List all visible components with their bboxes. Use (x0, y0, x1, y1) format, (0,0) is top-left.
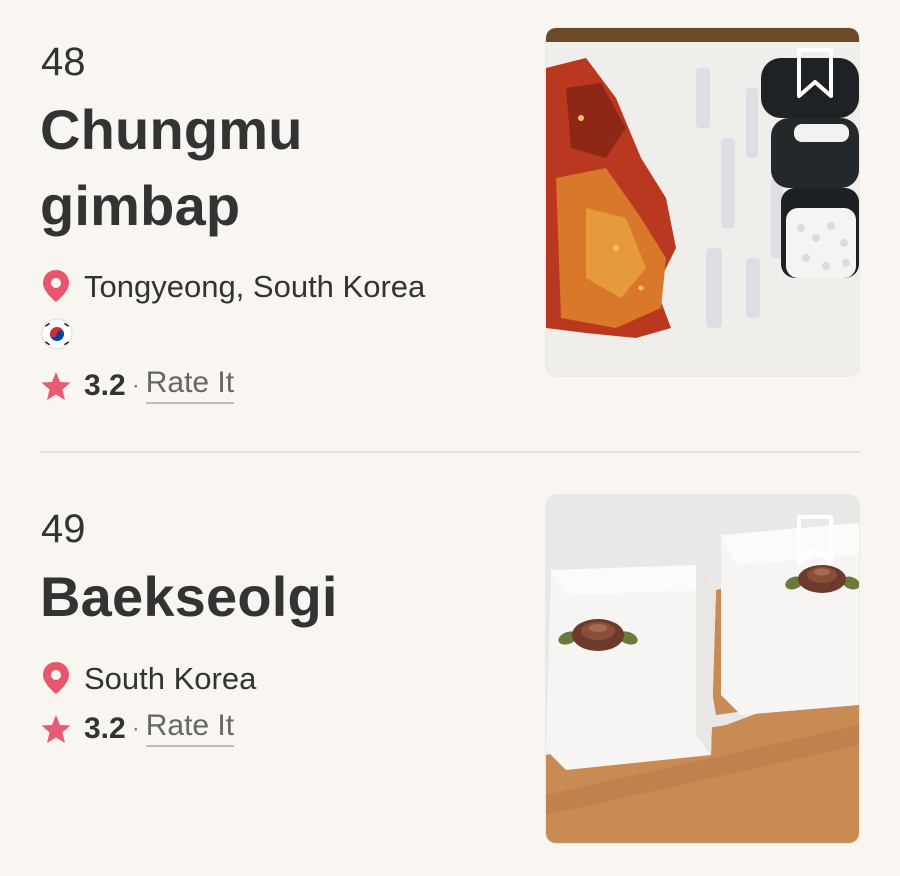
bookmark-icon[interactable] (795, 48, 835, 100)
dish-title[interactable]: Baekseolgi (40, 559, 510, 635)
rating-separator: · (131, 372, 140, 399)
dish-location[interactable]: Tongyeong, South Korea (40, 268, 425, 304)
star-icon (40, 713, 72, 745)
location-label: South Korea (84, 660, 257, 696)
dish-rank: 48 (41, 40, 86, 84)
location-label: Tongyeong, South Korea (84, 268, 426, 304)
dish-card[interactable]: 48 Chungmu gimbap Tongyeong, South Korea (0, 0, 900, 452)
rating-row: 3.2 · Rate It (40, 709, 235, 749)
bookmark-icon[interactable] (795, 515, 835, 567)
baekseolgi-photo[interactable] (546, 495, 859, 843)
south-korea-flag (41, 318, 73, 350)
rating-row: 3.2 · Rate It (40, 366, 235, 406)
location-pin-icon (40, 660, 72, 696)
dish-list: 48 Chungmu gimbap Tongyeong, South Korea (0, 0, 900, 876)
rate-it-link[interactable]: Rate It (145, 368, 235, 404)
rate-it-link[interactable]: Rate It (145, 711, 235, 747)
chungmu-gimbap-photo[interactable] (546, 28, 859, 376)
dish-card[interactable]: 49 Baekseolgi South Korea 3.2 · Rate It (0, 453, 900, 876)
location-pin-icon (40, 268, 72, 304)
dish-rank: 49 (41, 507, 86, 551)
dish-location[interactable]: South Korea (40, 660, 256, 696)
star-icon (40, 370, 72, 402)
rating-score: 3.2 (84, 712, 126, 745)
dish-title[interactable]: Chungmu gimbap (40, 92, 510, 244)
rating-separator: · (131, 715, 140, 742)
rating-score: 3.2 (84, 369, 126, 402)
